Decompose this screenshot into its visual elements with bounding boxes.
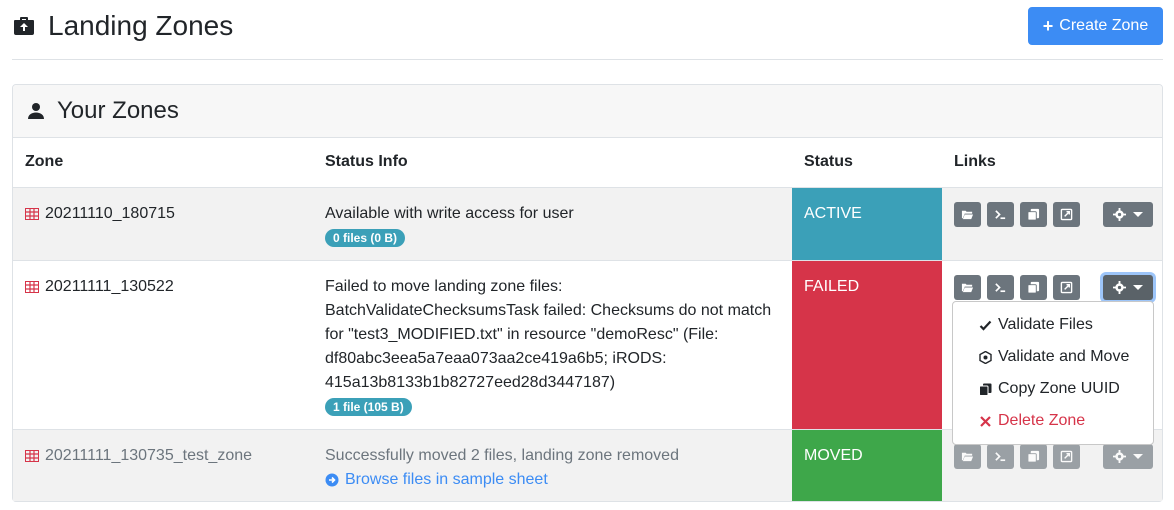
terminal-button[interactable] xyxy=(987,444,1014,469)
zone-actions-dropdown-menu: Validate Files Validate and Move Copy Zo… xyxy=(952,301,1154,445)
folder-open-button[interactable] xyxy=(954,275,981,300)
table-row: 20211110_180715 Available with write acc… xyxy=(13,187,1162,261)
file-count-badge: 0 files (0 B) xyxy=(325,228,406,247)
status-info-text: Successfully moved 2 files, landing zone… xyxy=(325,446,679,464)
chevron-down-icon xyxy=(1133,211,1143,217)
zone-links xyxy=(954,201,1153,228)
status-info-line: 415a13b8133b1b82727eed28d3447187) xyxy=(325,373,616,391)
folder-open-button[interactable] xyxy=(954,202,981,227)
table-icon xyxy=(25,449,39,462)
arrow-circle-right-icon xyxy=(325,473,339,487)
status-info-line: BatchValidateChecksumsTask failed: Check… xyxy=(325,301,772,319)
terminal-button[interactable] xyxy=(987,275,1014,300)
clipboard-button[interactable] xyxy=(1020,202,1047,227)
delete-zone-label: Delete Zone xyxy=(998,412,1086,429)
clipboard-button[interactable] xyxy=(1020,444,1047,469)
status-badge: MOVED xyxy=(792,429,942,501)
clipboard-icon xyxy=(1027,450,1040,463)
terminal-icon xyxy=(995,452,1006,462)
terminal-icon xyxy=(995,210,1006,220)
clipboard-icon xyxy=(1027,281,1040,294)
clipboard-icon xyxy=(1027,208,1040,221)
zone-links xyxy=(954,443,1153,470)
external-link-icon xyxy=(1060,450,1073,463)
status-info-text: Available with write access for user xyxy=(325,204,574,222)
validate-and-move-label: Validate and Move xyxy=(998,348,1130,365)
zone-name: 20211110_180715 xyxy=(45,204,175,222)
validate-and-move-item[interactable]: Validate and Move xyxy=(953,341,1153,373)
zone-links xyxy=(954,274,1153,301)
gear-icon xyxy=(1113,280,1126,294)
browse-files-link[interactable]: Browse files in sample sheet xyxy=(325,468,780,492)
status-info-line: Failed to move landing zone files: xyxy=(325,277,563,295)
status-badge: ACTIVE xyxy=(792,187,942,261)
create-zone-label: Create Zone xyxy=(1059,17,1149,34)
folder-open-icon xyxy=(961,452,974,462)
zone-actions-dropdown-button[interactable] xyxy=(1103,274,1153,300)
create-zone-button[interactable]: + Create Zone xyxy=(1028,7,1163,45)
check-icon xyxy=(979,319,992,332)
gear-icon xyxy=(1113,449,1126,463)
copy-zone-uuid-label: Copy Zone UUID xyxy=(998,380,1120,397)
folder-open-icon xyxy=(961,283,974,293)
status-info-line: for "test3_MODIFIED.txt" in resource "de… xyxy=(325,325,719,343)
chevron-down-icon xyxy=(1133,284,1143,290)
header-status-info: Status Info xyxy=(313,138,792,188)
zone-actions-dropdown-button[interactable] xyxy=(1103,201,1153,227)
hexagon-check-icon xyxy=(979,350,992,364)
validate-files-item[interactable]: Validate Files xyxy=(953,309,1153,341)
external-link-button[interactable] xyxy=(1053,444,1080,469)
table-icon xyxy=(25,207,39,220)
terminal-icon xyxy=(995,283,1006,293)
copy-zone-uuid-item[interactable]: Copy Zone UUID xyxy=(953,373,1153,405)
external-link-button[interactable] xyxy=(1053,202,1080,227)
table-icon xyxy=(25,280,39,293)
times-icon xyxy=(979,415,992,428)
folder-open-button[interactable] xyxy=(954,444,981,469)
gear-icon xyxy=(1113,207,1126,221)
user-icon xyxy=(27,102,45,120)
terminal-button[interactable] xyxy=(987,202,1014,227)
clipboard-icon xyxy=(979,383,992,396)
card-header: Your Zones xyxy=(13,85,1162,138)
zone-name: 20211111_130522 xyxy=(45,277,174,295)
header-links: Links xyxy=(942,138,1162,188)
folder-open-icon xyxy=(961,210,974,220)
validate-files-label: Validate Files xyxy=(998,316,1093,333)
chevron-down-icon xyxy=(1133,453,1143,459)
status-badge: FAILED xyxy=(792,260,942,430)
header-status: Status xyxy=(792,138,942,188)
plus-icon: + xyxy=(1042,16,1054,36)
page-title-text: Landing Zones xyxy=(48,10,234,41)
header-zone: Zone xyxy=(13,138,313,188)
clipboard-button[interactable] xyxy=(1020,275,1047,300)
browse-files-label: Browse files in sample sheet xyxy=(345,470,548,488)
external-link-icon xyxy=(1060,281,1073,294)
briefcase-upload-icon xyxy=(12,14,36,38)
page-title: Landing Zones xyxy=(12,8,233,44)
delete-zone-item[interactable]: Delete Zone xyxy=(953,405,1153,437)
file-count-badge: 1 file (105 B) xyxy=(325,397,412,416)
card-title: Your Zones xyxy=(57,97,179,124)
external-link-icon xyxy=(1060,208,1073,221)
external-link-button[interactable] xyxy=(1053,275,1080,300)
zone-actions-dropdown-button[interactable] xyxy=(1103,443,1153,469)
page-header: Landing Zones + Create Zone xyxy=(12,0,1163,60)
zone-name: 20211111_130735_test_zone xyxy=(45,446,253,464)
status-info-line: df80abc3eea5a7eaa073aa2ce419a6b5; iRODS: xyxy=(325,349,667,367)
